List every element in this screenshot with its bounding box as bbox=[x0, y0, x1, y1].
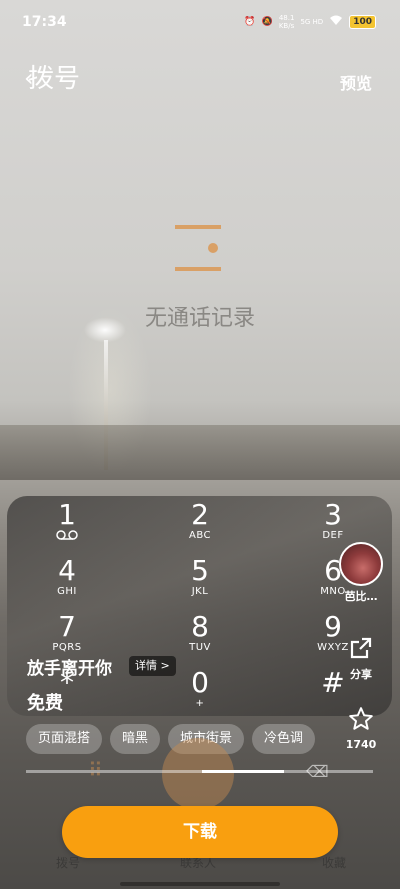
author-name: 芭比… bbox=[344, 590, 378, 603]
status-time: 17:34 bbox=[22, 14, 67, 30]
header: 拨号 ‹ 预览 bbox=[0, 58, 400, 98]
preview-progress bbox=[26, 770, 373, 773]
detail-button[interactable]: 详情 > bbox=[129, 656, 176, 676]
key-3[interactable]: 3 DEF bbox=[293, 500, 373, 542]
share-button[interactable]: 分享 bbox=[338, 636, 384, 682]
wifi-icon bbox=[329, 15, 343, 29]
voicemail-icon bbox=[27, 530, 107, 544]
key-letters: TUV bbox=[189, 642, 211, 653]
key-7[interactable]: 7 PQRS bbox=[27, 612, 107, 654]
key-digit: 4 bbox=[58, 554, 76, 587]
key-5[interactable]: 5 JKL bbox=[160, 556, 240, 598]
key-letters: DEF bbox=[322, 530, 344, 541]
progress-fill bbox=[202, 770, 284, 773]
download-button[interactable]: 下载 bbox=[62, 806, 338, 858]
key-2[interactable]: 2 ABC bbox=[160, 500, 240, 542]
share-label: 分享 bbox=[350, 668, 372, 681]
share-icon bbox=[350, 637, 372, 659]
theme-title: 放手离开你 bbox=[27, 659, 112, 679]
status-bar: 17:34 ⏰ 🔕 48.1 KB/s 5G HD 100 bbox=[0, 0, 400, 44]
back-icon[interactable]: ‹ bbox=[24, 66, 34, 90]
avatar[interactable] bbox=[339, 542, 383, 586]
tag-item[interactable]: 页面混搭 bbox=[26, 724, 103, 754]
key-letters: ABC bbox=[188, 530, 211, 541]
preview-button[interactable]: 预览 bbox=[340, 70, 372, 94]
key-digit: 3 bbox=[324, 498, 342, 531]
key-letters: + bbox=[195, 698, 205, 709]
nav-favorites[interactable]: 收藏 bbox=[322, 854, 346, 871]
status-icons: ⏰ 🔕 48.1 KB/s 5G HD 100 bbox=[244, 14, 376, 30]
key-letters: PQRS bbox=[52, 642, 82, 653]
home-indicator bbox=[120, 882, 280, 886]
key-letters: GHI bbox=[57, 586, 77, 597]
battery-indicator: 100 bbox=[349, 15, 376, 29]
key-digit: 8 bbox=[191, 610, 209, 643]
key-1[interactable]: 1 bbox=[27, 500, 107, 544]
nav-dial[interactable]: 拨号 bbox=[56, 854, 80, 871]
net-speed: 48.1 KB/s bbox=[278, 14, 295, 30]
key-4[interactable]: 4 GHI bbox=[27, 556, 107, 598]
tag-item[interactable]: 冷色调 bbox=[252, 724, 316, 754]
call-log-empty-icon bbox=[175, 225, 221, 271]
key-digit: 2 bbox=[191, 498, 209, 531]
price-label: 免费 bbox=[27, 693, 63, 714]
key-digit: 1 bbox=[58, 498, 76, 531]
key-8[interactable]: 8 TUV bbox=[160, 612, 240, 654]
key-digit: 5 bbox=[191, 554, 209, 587]
key-digit: 7 bbox=[58, 610, 76, 643]
mute-icon: 🔕 bbox=[261, 17, 273, 27]
tag-item[interactable]: 暗黑 bbox=[110, 724, 161, 754]
city-skyline bbox=[0, 425, 400, 480]
page-title: 拨号 bbox=[28, 64, 81, 94]
signal-label: 5G HD bbox=[300, 18, 324, 26]
alarm-icon: ⏰ bbox=[244, 17, 256, 27]
author-avatar-group[interactable]: 芭比… bbox=[338, 542, 384, 604]
key-letters: JKL bbox=[191, 586, 209, 597]
dialpad: 1 2 ABC 3 DEF 4 GHI 5 JKL 6 MNO 7 PQRS 8… bbox=[7, 496, 392, 716]
empty-state-text: 无通话记录 bbox=[144, 306, 255, 331]
call-button[interactable] bbox=[162, 738, 234, 810]
